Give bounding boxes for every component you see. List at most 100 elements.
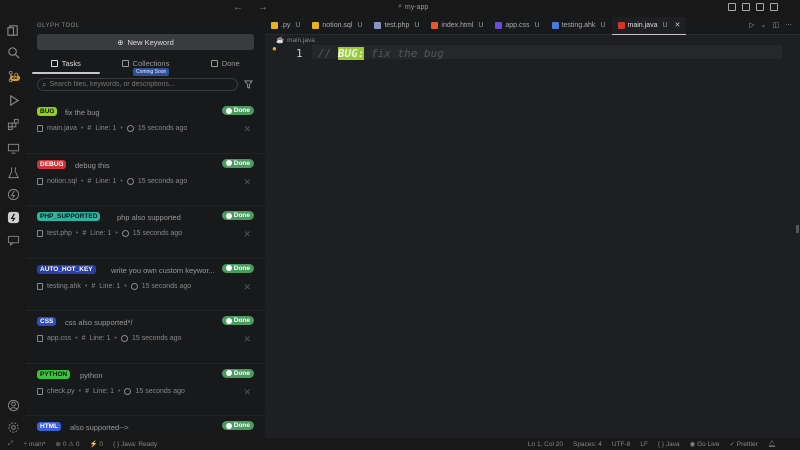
toggle-sidebar-icon[interactable] — [728, 3, 736, 11]
task-time: 15 seconds ago — [131, 335, 182, 342]
task-file[interactable]: app.css — [47, 335, 71, 342]
encoding[interactable]: UTF-8 — [612, 441, 630, 448]
nav-arrows[interactable]: ← → — [233, 2, 274, 13]
task-line: Line: 1 — [99, 282, 121, 290]
line-ending[interactable]: LF — [640, 441, 648, 448]
task-meta: check.py • # Line: 1 • 15 seconds ago — [37, 387, 185, 395]
keyword-badge: PYTHON — [37, 369, 71, 379]
breadcrumb-file[interactable]: main.java — [287, 37, 315, 44]
remote-explorer-icon[interactable] — [6, 141, 20, 155]
scrollbar-indicator[interactable] — [796, 225, 799, 233]
lightbulb-icon[interactable]: ● — [272, 44, 277, 53]
task-file[interactable]: main.java — [47, 125, 77, 132]
more-actions-icon[interactable]: ⋯ — [785, 21, 792, 29]
task-item[interactable]: AUTO_HOT_KEY write you own custom keywor… — [26, 259, 265, 311]
close-icon[interactable]: ✕ — [243, 282, 251, 293]
editor-tab[interactable]: index.html U — [425, 17, 489, 35]
editor-tab[interactable]: .py U — [265, 17, 306, 35]
extensions-icon[interactable] — [6, 117, 20, 131]
done-button[interactable]: Done — [221, 211, 254, 220]
cursor-position[interactable]: Ln 1, Col 20 — [528, 441, 563, 448]
task-item[interactable]: HTML also supported--> Done — [26, 416, 265, 438]
editor-tab[interactable]: app.css U — [489, 17, 545, 35]
tab-done[interactable]: Done — [185, 53, 265, 74]
code-comment-prefix: // — [318, 47, 338, 60]
task-file[interactable]: testing.ahk — [47, 283, 81, 290]
close-icon[interactable]: ✕ — [243, 177, 251, 188]
bell-icon[interactable]: 🔔︎ — [768, 440, 776, 448]
toggle-panel-icon[interactable] — [742, 3, 750, 11]
task-item[interactable]: PHP_SUPPORTED php also supported Done te… — [26, 206, 265, 259]
lightning-icon[interactable] — [6, 187, 20, 201]
source-control-badge: 22 — [10, 75, 20, 81]
editor-tab[interactable]: test.php U — [368, 17, 425, 35]
chat-icon[interactable] — [6, 233, 20, 247]
file-icon — [37, 387, 43, 395]
task-description: php also supported — [117, 213, 181, 222]
status-bar: ⤢ ⑂ main* ⊗ 0 ⚠ 0 ⚡ 0 { } Java: Ready Ln… — [0, 438, 800, 450]
task-line: Line: 1 — [95, 125, 117, 132]
task-item[interactable]: CSS css also supported*/ Done app.css • … — [26, 311, 265, 364]
done-button[interactable]: Done — [221, 106, 254, 115]
close-icon[interactable]: ✕ — [243, 387, 251, 398]
tab-tasks-label: Tasks — [61, 59, 81, 68]
task-file[interactable]: test.php — [47, 230, 72, 237]
language-mode[interactable]: { } Java — [658, 441, 680, 448]
editor-tab[interactable]: main.java U ✕ — [611, 16, 687, 35]
file-icon — [37, 282, 43, 290]
close-icon[interactable]: ✕ — [243, 124, 251, 135]
go-live[interactable]: ◉ Go Live — [690, 440, 720, 448]
run-icon[interactable]: ▷ — [749, 21, 754, 29]
java-status[interactable]: { } Java: Ready — [113, 441, 157, 448]
branch-item[interactable]: ⑂ main* — [23, 441, 45, 448]
check-icon — [225, 107, 232, 114]
file-icon — [37, 177, 43, 185]
command-center[interactable]: ⌕ my-app — [398, 3, 428, 11]
toggle-secondary-sidebar-icon[interactable] — [756, 3, 764, 11]
code-line[interactable]: // BUG: fix the bug — [318, 47, 444, 60]
close-tab-icon[interactable]: ✕ — [675, 21, 681, 29]
testing-icon[interactable] — [6, 165, 20, 179]
settings-gear-icon[interactable] — [6, 420, 20, 434]
collections-icon — [121, 60, 129, 67]
editor-tab[interactable]: notion.sql U — [306, 17, 368, 35]
task-file[interactable]: check.py — [47, 388, 75, 395]
close-icon[interactable]: ✕ — [243, 229, 251, 240]
problems-item[interactable]: ⊗ 0 ⚠ 0 — [56, 440, 80, 448]
task-item[interactable]: DEBUG debug this Done notion.sql • # Lin… — [26, 154, 265, 206]
tab-done-label: Done — [221, 59, 240, 68]
tab-tasks[interactable]: Tasks — [26, 53, 106, 74]
keyword-badge: BUG — [37, 107, 58, 116]
explorer-icon[interactable] — [6, 23, 20, 37]
task-line: Line: 1 — [92, 387, 115, 395]
search-icon: ⌕ — [398, 3, 402, 10]
separator-dot: • — [75, 335, 78, 342]
done-button[interactable]: Done — [221, 421, 254, 430]
task-file[interactable]: notion.sql — [47, 178, 77, 185]
account-icon[interactable] — [6, 398, 20, 412]
remote-icon[interactable]: ⤢ — [8, 440, 13, 448]
task-item[interactable]: BUG fix the bug Done main.java • # Line:… — [26, 101, 265, 154]
glyph-tool-icon[interactable] — [6, 210, 20, 224]
prettier[interactable]: ✓ Prettier — [730, 440, 758, 448]
run-debug-icon[interactable] — [6, 93, 20, 107]
done-button[interactable]: Done — [221, 316, 254, 325]
task-item[interactable]: PYTHON python Done check.py • # Line: 1 … — [26, 364, 265, 416]
chevron-down-icon[interactable]: ⌄ — [761, 21, 767, 29]
done-button[interactable]: Done — [221, 263, 254, 273]
indentation[interactable]: Spaces: 4 — [573, 441, 602, 448]
close-icon[interactable]: ✕ — [243, 334, 251, 345]
new-keyword-button[interactable]: ⊕ New Keyword — [37, 34, 254, 50]
done-button[interactable]: Done — [221, 368, 254, 378]
search-input[interactable] — [49, 81, 230, 88]
task-time: 15 seconds ago — [141, 282, 192, 290]
split-editor-icon[interactable]: ◫ — [772, 21, 779, 29]
ports-item[interactable]: ⚡ 0 — [90, 440, 104, 448]
search-icon[interactable] — [6, 45, 20, 59]
editor-tab[interactable]: testing.ahk U — [546, 17, 612, 35]
keyword-badge: CSS — [37, 317, 57, 326]
done-button[interactable]: Done — [221, 158, 254, 168]
customize-layout-icon[interactable] — [770, 3, 778, 11]
filter-icon[interactable] — [244, 80, 253, 89]
done-label: Done — [233, 369, 250, 377]
